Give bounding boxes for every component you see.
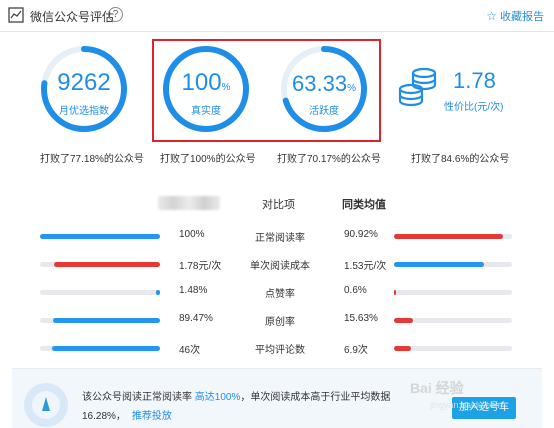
compare-item: 原创率 — [265, 317, 295, 328]
authenticity-caption: 打败了100%的公众号 — [160, 154, 256, 165]
self-value: 89.47% — [179, 313, 213, 324]
metric-index-ring: 9262 月优选指数 — [40, 45, 128, 133]
self-value: 100% — [179, 229, 205, 240]
help-icon[interactable]: ? — [108, 7, 123, 22]
avg-bar-track — [394, 346, 512, 351]
recommend-link[interactable]: 推荐投放 — [132, 411, 172, 422]
account-name-blurred — [158, 196, 220, 210]
avg-bar-track — [394, 262, 512, 267]
price-ratio-label: 性价比(元/次) — [444, 102, 504, 113]
self-value: 1.78元/次 — [179, 261, 222, 272]
avg-bar-track — [394, 234, 512, 239]
index-caption: 打败了77.18%的公众号 — [40, 154, 144, 165]
self-bar-track — [40, 234, 160, 239]
star-outline-icon: ☆ — [486, 9, 497, 23]
self-bar-fill — [54, 262, 160, 267]
self-bar-fill — [40, 234, 160, 239]
compare-item: 平均评论数 — [255, 345, 305, 356]
watermark: Bai 经验 — [410, 380, 464, 396]
avg-bar-track — [394, 290, 512, 295]
watermark-url: jingyan.baidu.com — [430, 400, 503, 410]
avg-value: 15.63% — [344, 313, 378, 324]
recommendation-text: 该公众号阅读正常阅读率 高达100%，单次阅读成本高于行业平均数据 — [82, 392, 391, 403]
activity-caption: 打败了70.17%的公众号 — [277, 154, 381, 165]
avg-value: 6.9次 — [344, 345, 368, 356]
avg-bar-fill — [394, 318, 413, 323]
avg-bar-fill — [394, 234, 503, 239]
compare-row: 100% 正常阅读率 90.92% — [0, 229, 554, 249]
avg-bar-fill — [394, 346, 411, 351]
self-bar-track — [40, 346, 160, 351]
reading-badge-icon — [24, 383, 68, 427]
compare-item: 正常阅读率 — [255, 233, 305, 244]
self-bar-fill — [52, 346, 160, 351]
report-header: 微信公众号评估 ? ☆ 收藏报告 — [0, 0, 554, 32]
self-bar-track — [40, 318, 160, 323]
highlight-box — [152, 39, 381, 142]
self-bar-track — [40, 290, 160, 295]
compare-row: 1.48% 点赞率 0.6% — [0, 285, 554, 305]
self-value: 46次 — [179, 345, 201, 356]
avg-bar-fill — [394, 262, 484, 267]
price-ratio-value: 1.78 — [453, 68, 496, 93]
compare-row: 89.47% 原创率 15.63% — [0, 313, 554, 333]
compare-row: 1.78元/次 单次阅读成本 1.53元/次 — [0, 257, 554, 277]
avg-bar-track — [394, 318, 512, 323]
coins-icon — [398, 67, 437, 107]
compare-item: 点赞率 — [265, 289, 295, 300]
self-bar-fill — [53, 318, 160, 323]
page-title: 微信公众号评估 — [30, 10, 115, 24]
self-bar-track — [40, 262, 160, 267]
avg-bar-fill — [394, 290, 396, 295]
chart-report-icon — [8, 7, 24, 23]
favorite-report-button[interactable]: ☆ 收藏报告 — [486, 8, 544, 24]
col-avg-header: 同类均值 — [342, 199, 386, 211]
self-bar-fill — [156, 290, 160, 295]
recommendation-text-2: 16.28%， 推荐投放 — [82, 411, 172, 422]
index-label: 月优选指数 — [59, 106, 109, 117]
avg-value: 1.53元/次 — [344, 261, 387, 272]
recommendation-panel: 该公众号阅读正常阅读率 高达100%，单次阅读成本高于行业平均数据 16.28%… — [12, 368, 542, 428]
compare-row: 46次 平均评论数 6.9次 — [0, 341, 554, 361]
price-ratio-caption: 打败了84.6%的公众号 — [411, 154, 510, 165]
index-value: 9262 — [57, 69, 111, 96]
avg-value: 90.92% — [344, 229, 378, 240]
col-item-header: 对比项 — [262, 199, 295, 211]
avg-value: 0.6% — [344, 285, 367, 296]
self-value: 1.48% — [179, 285, 208, 296]
favorite-label: 收藏报告 — [500, 11, 544, 23]
compare-item: 单次阅读成本 — [250, 261, 310, 272]
